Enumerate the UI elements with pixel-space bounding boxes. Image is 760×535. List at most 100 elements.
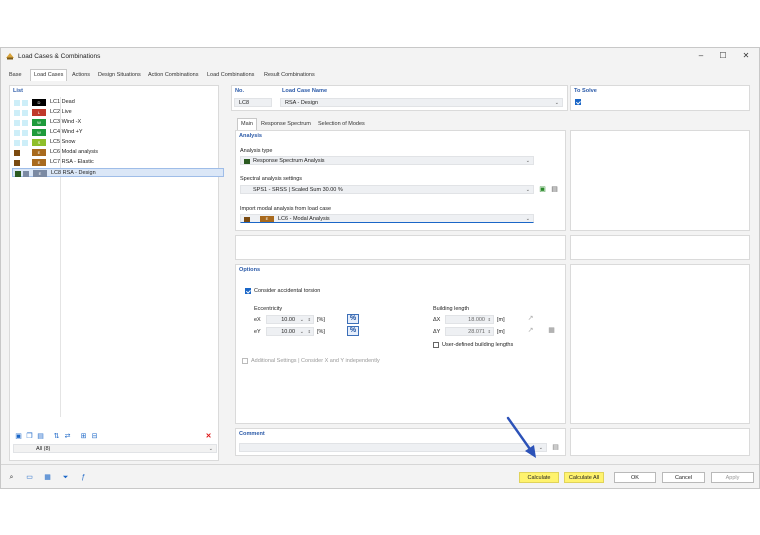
list-filter-select[interactable]: All (8) ⌄	[13, 444, 217, 453]
import-modal-select[interactable]: E LC6 - Modal Analysis ⌄	[240, 214, 534, 223]
table-icon[interactable]: ▦	[547, 326, 556, 335]
maximize-button[interactable]: ☐	[716, 51, 730, 61]
eccentricity-label: Eccentricity	[254, 306, 283, 312]
units-icon[interactable]: ▭	[25, 473, 34, 482]
accidental-torsion-label: Consider accidental torsion	[254, 288, 321, 294]
subtab-selection-of-modes[interactable]: Selection of Modes	[315, 119, 368, 129]
load-type-badge: E	[32, 149, 46, 156]
close-button[interactable]: ✕	[739, 51, 753, 61]
import-modal-label: Import modal analysis from load case	[240, 206, 332, 212]
copy-icon[interactable]: ❐	[25, 432, 34, 441]
comment-library-icon[interactable]: ▤	[551, 443, 560, 452]
ey-label: eY	[254, 329, 261, 335]
percent-toggle-button[interactable]: %	[347, 326, 359, 336]
list-panel: List D LC1 Dead L LC2 Live W LC3 Wind -X…	[9, 85, 224, 461]
accidental-torsion-checkbox[interactable]	[245, 288, 251, 294]
lx-input: 18.000 ⇕	[445, 315, 494, 324]
comment-header: Comment	[239, 431, 265, 437]
new-settings-icon[interactable]: ▣	[538, 185, 547, 194]
chevron-down-icon: ⌄	[299, 317, 304, 323]
spinner-icon[interactable]: ⇕	[308, 328, 311, 336]
search-icon[interactable]: ⌕	[7, 473, 16, 482]
spinner-icon: ⇕	[487, 329, 491, 334]
load-type-badge: D	[32, 99, 46, 106]
subtab-main[interactable]: Main	[237, 118, 257, 130]
edit-settings-icon[interactable]: ▤	[550, 185, 559, 194]
tab-base[interactable]: Base	[6, 70, 25, 80]
dialog-window: Load Cases & Combinations – ☐ ✕ Base Loa…	[0, 47, 760, 489]
tab-action-combinations[interactable]: Action Combinations	[145, 70, 201, 80]
header-panel: No. LC8 Load Case Name RSA - Design ⌄	[231, 85, 568, 111]
list-item[interactable]: E LC7 RSA - Elastic	[12, 158, 224, 167]
list-item[interactable]: E LC6 Modal analysis	[12, 148, 224, 157]
chevron-down-icon: ⌄	[525, 187, 530, 193]
table-view-icon[interactable]: ▦	[43, 473, 52, 482]
to-solve-checkbox[interactable]	[575, 99, 581, 105]
calculate-all-button[interactable]: Calculate All	[564, 472, 604, 483]
spinner-icon[interactable]: ⇕	[308, 316, 311, 324]
user-defined-lengths-checkbox[interactable]	[433, 342, 439, 348]
list-item-selected[interactable]: E LC8 RSA - Design	[12, 168, 224, 177]
chevron-down-icon: ⌄	[299, 329, 304, 335]
app-icon	[6, 53, 14, 60]
additional-settings-label: Additional Settings | Consider X and Y i…	[251, 358, 380, 364]
load-type-badge: L	[32, 109, 46, 116]
collapse-icon[interactable]: ⊟	[90, 432, 99, 441]
cancel-button[interactable]: Cancel	[662, 472, 705, 483]
ex-label: eX	[254, 317, 261, 323]
tab-result-combinations[interactable]: Result Combinations	[261, 70, 318, 80]
tab-actions[interactable]: Actions	[69, 70, 93, 80]
name-label: Load Case Name	[282, 88, 328, 94]
spacer-side-panel	[570, 235, 750, 260]
list-item[interactable]: S LC5 Snow	[12, 138, 224, 147]
list-item[interactable]: W LC3 Wind -X	[12, 118, 224, 127]
delete-icon[interactable]: ✕	[204, 432, 213, 441]
spacer-panel	[235, 235, 566, 260]
load-case-name-input[interactable]: RSA - Design ⌄	[280, 98, 563, 107]
tab-design-situations[interactable]: Design Situations	[95, 70, 144, 80]
load-type-badge: S	[32, 139, 46, 146]
filter-icon[interactable]: ⏷	[61, 473, 70, 482]
calculate-button[interactable]: Calculate	[519, 472, 559, 483]
renumber-icon[interactable]: ⇄	[63, 432, 72, 441]
load-type-badge: E	[33, 170, 47, 177]
no-field[interactable]: LC8	[234, 98, 272, 107]
to-solve-panel: To Solve	[570, 85, 750, 111]
annotation-arrow	[506, 416, 536, 458]
formula-icon[interactable]: ƒ	[79, 473, 88, 482]
percent-toggle-button[interactable]: %	[347, 314, 359, 324]
building-length-label: Building length	[433, 306, 470, 312]
options-panel: Options Consider accidental torsion Ecce…	[235, 264, 566, 424]
chevron-down-icon: ⌄	[525, 158, 530, 164]
subtab-response-spectrum[interactable]: Response Spectrum	[258, 119, 314, 129]
title-bar: Load Cases & Combinations – ☐ ✕	[1, 48, 759, 64]
list-header: List	[13, 88, 23, 94]
spectral-settings-select[interactable]: SPS1 - SRSS | Scaled Sum 30.00 % ⌄	[240, 185, 534, 194]
ly-label: ΔY	[433, 329, 441, 335]
analysis-type-select[interactable]: Response Spectrum Analysis ⌄	[240, 156, 534, 165]
options-header: Options	[239, 267, 261, 273]
options-side-panel	[570, 264, 750, 424]
list-item[interactable]: W LC4 Wind +Y	[12, 128, 224, 137]
ey-input[interactable]: 10.00 ⌄ ⇕	[266, 327, 314, 336]
load-type-badge: W	[32, 129, 46, 136]
list-item[interactable]: L LC2 Live	[12, 108, 224, 117]
ex-input[interactable]: 10.00 ⌄ ⇕	[266, 315, 314, 324]
spectral-settings-label: Spectral analysis settings	[240, 176, 303, 182]
list-item[interactable]: D LC1 Dead	[12, 98, 224, 107]
minimize-button[interactable]: –	[694, 51, 708, 61]
pick-length-icon: ↗	[527, 315, 534, 322]
user-defined-lengths-label: User-defined building lengths	[442, 342, 514, 348]
sort-icon[interactable]: ⇅	[52, 432, 61, 441]
ok-button[interactable]: OK	[614, 472, 656, 483]
additional-settings-checkbox	[242, 358, 248, 364]
new-icon[interactable]: ▣	[14, 432, 23, 441]
spinner-icon: ⇕	[487, 317, 491, 322]
to-solve-label: To Solve	[574, 88, 597, 94]
analysis-type-label: Analysis type	[240, 148, 273, 154]
info-icon[interactable]: ▤	[36, 432, 45, 441]
tab-load-combinations[interactable]: Load Combinations	[204, 70, 257, 80]
load-type-badge: E	[260, 216, 274, 222]
expand-icon[interactable]: ⊞	[79, 432, 88, 441]
tab-load-cases[interactable]: Load Cases	[30, 69, 68, 81]
